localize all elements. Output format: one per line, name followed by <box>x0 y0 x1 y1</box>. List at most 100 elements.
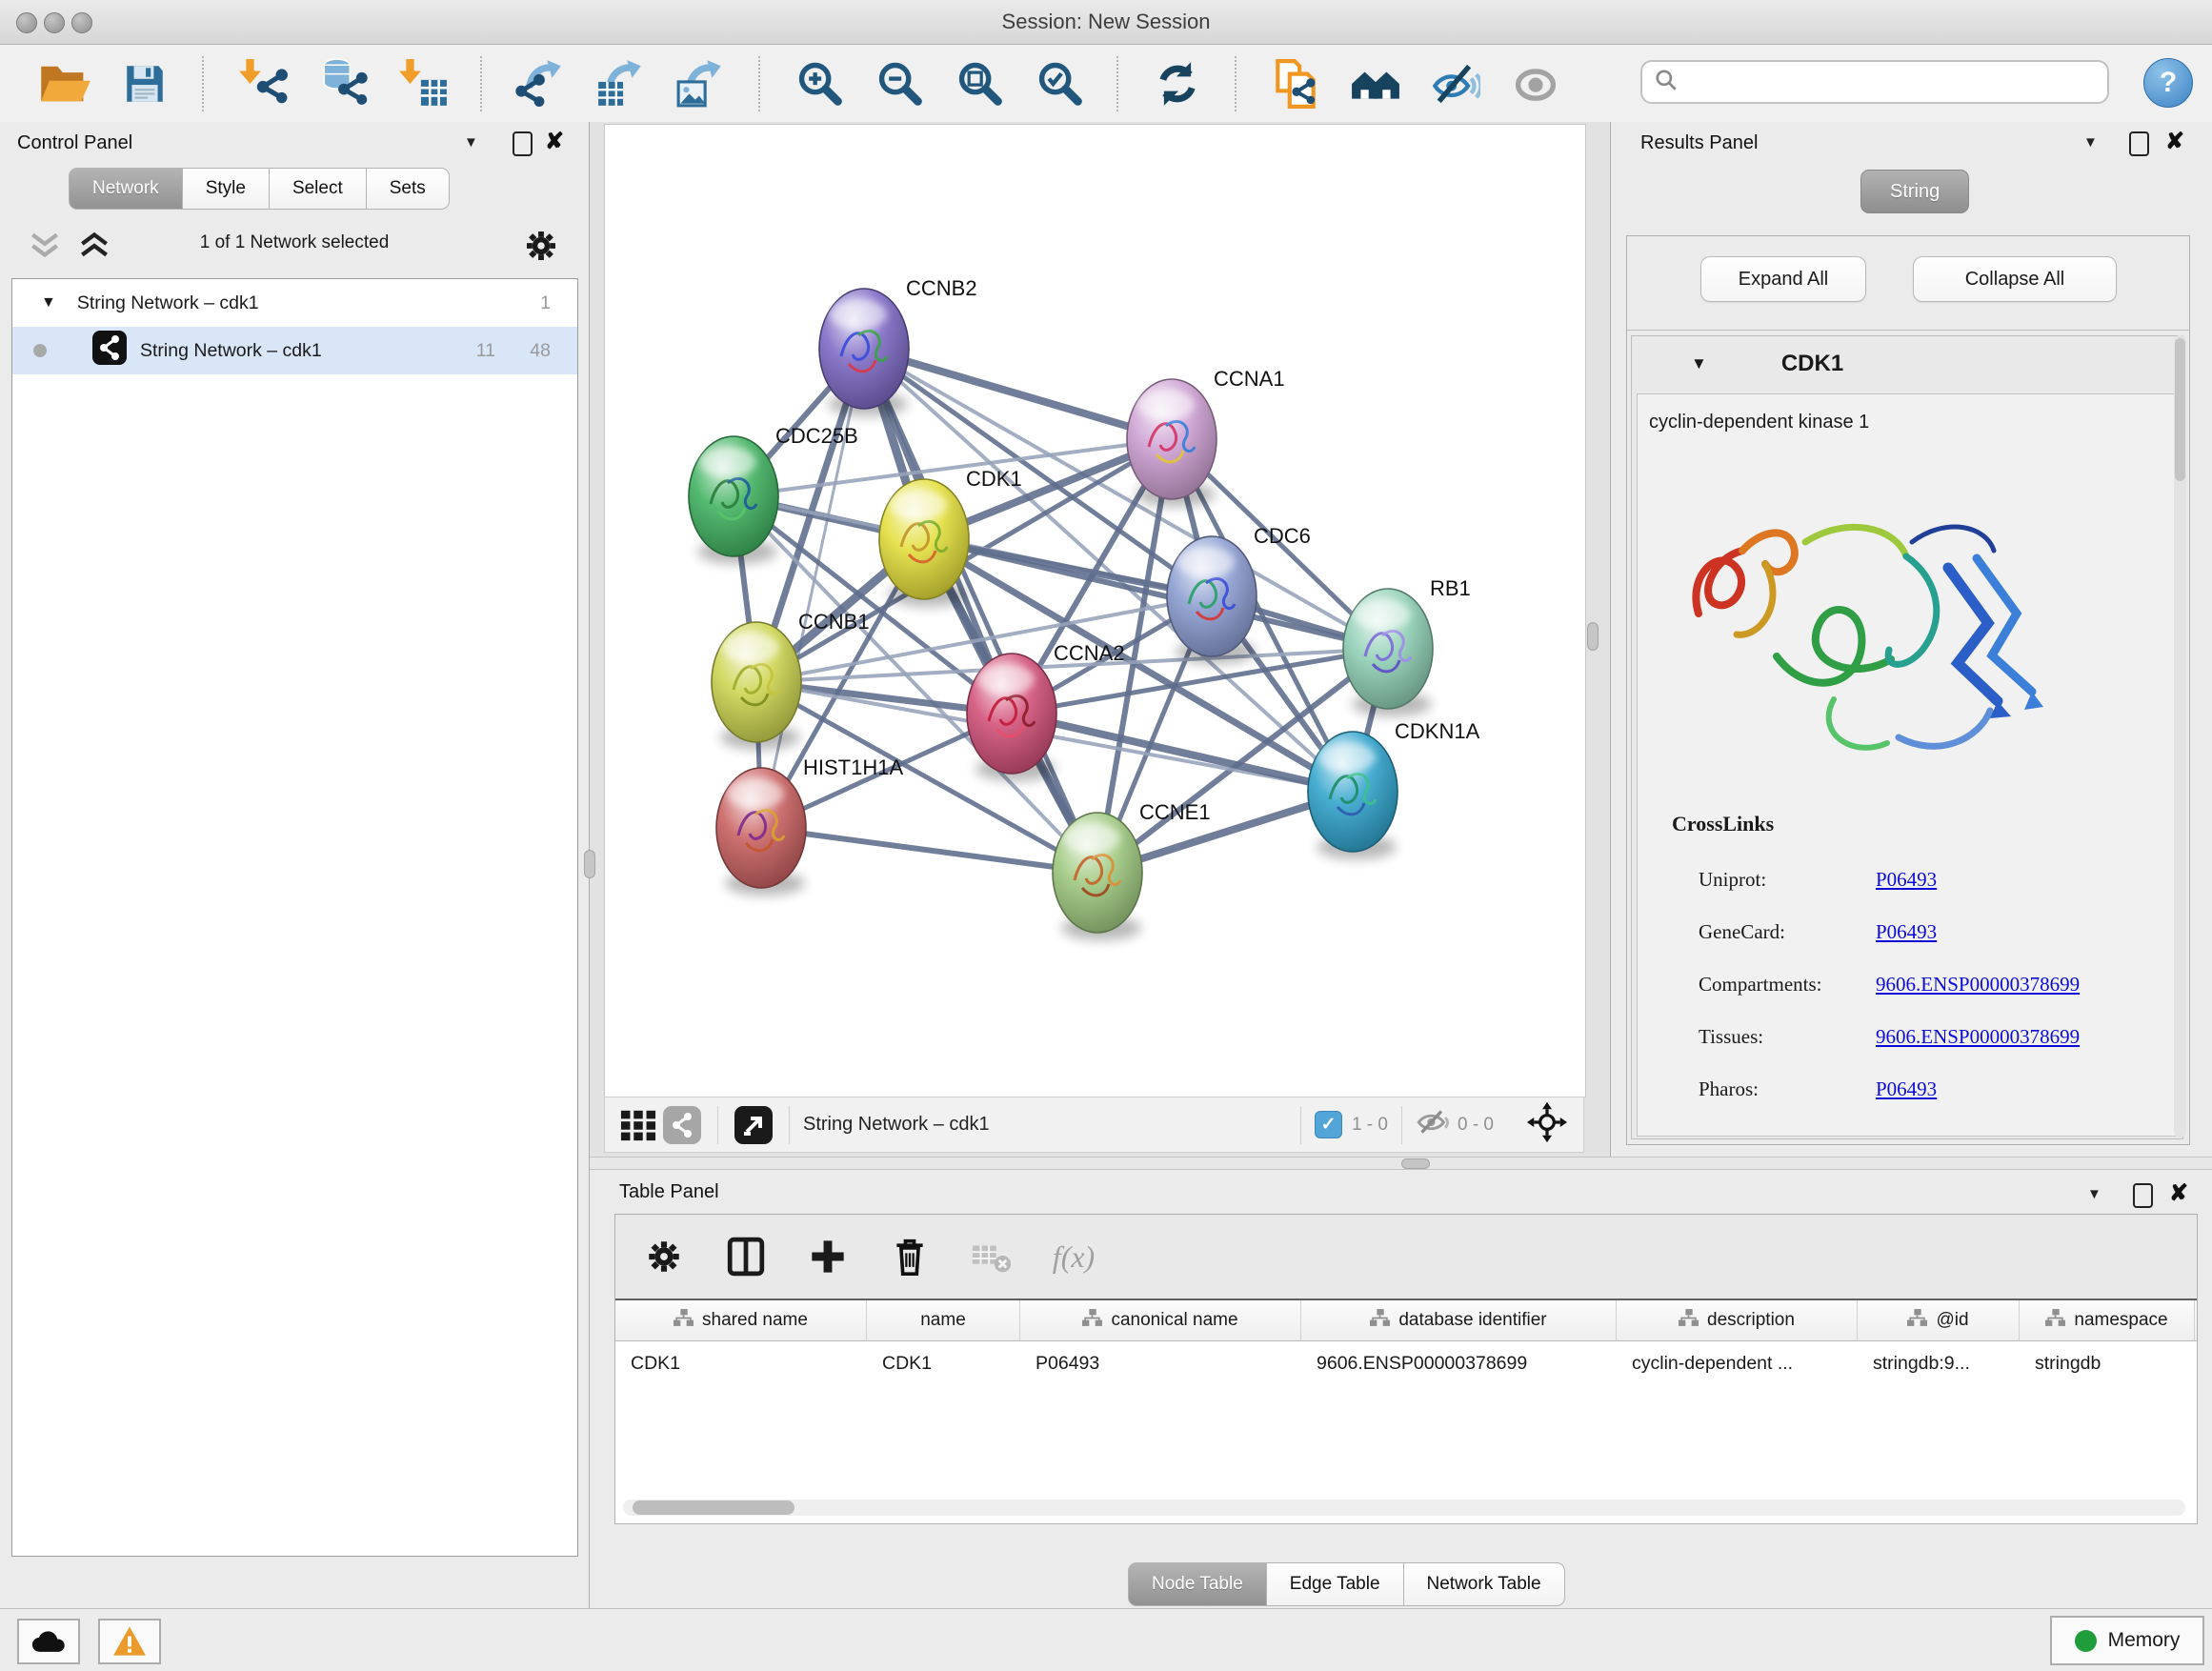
save-session-icon[interactable] <box>118 56 171 111</box>
tab-network[interactable]: Network <box>69 168 183 210</box>
trash-icon[interactable] <box>888 1235 932 1278</box>
crosslink-link[interactable]: 9606.ENSP00000378699 <box>1876 1025 2080 1049</box>
splitter-handle[interactable] <box>1401 1158 1430 1169</box>
export-table-icon[interactable] <box>594 56 648 111</box>
table-hscrollbar[interactable] <box>623 1500 2185 1516</box>
column-header[interactable]: database identifier <box>1301 1300 1617 1340</box>
table-cell[interactable]: stringdb:9... <box>1858 1341 2020 1385</box>
show-all-icon[interactable] <box>1509 56 1562 111</box>
panel-close-icon[interactable]: ✘ <box>2169 1179 2188 1207</box>
import-network-database-icon[interactable] <box>316 56 370 111</box>
crosslink-link[interactable]: P06493 <box>1876 868 1937 892</box>
network-graph[interactable]: CCNB2CCNA1CDC25BCDK1CDC6RB1CCNB1CCNA2CDK… <box>605 125 1585 1097</box>
column-header[interactable]: canonical name <box>1020 1300 1301 1340</box>
open-session-icon[interactable] <box>38 56 91 111</box>
network-node-CDK1[interactable] <box>879 479 969 607</box>
tab-network-table[interactable]: Network Table <box>1404 1562 1565 1606</box>
collection-expand-caret-icon[interactable]: ▼ <box>41 294 56 312</box>
results-scrollbar[interactable] <box>2174 335 2186 1137</box>
string-share-icon[interactable] <box>660 1103 704 1147</box>
tab-select[interactable]: Select <box>270 168 367 210</box>
search-input[interactable] <box>1686 70 2107 94</box>
export-network-icon[interactable] <box>514 56 568 111</box>
table-cell[interactable]: P06493 <box>1020 1341 1301 1385</box>
network-node-HIST1H1A[interactable] <box>716 768 806 896</box>
tab-style[interactable]: Style <box>183 168 270 210</box>
gear-icon[interactable] <box>642 1235 686 1278</box>
table-cell[interactable]: CDK1 <box>867 1341 1020 1385</box>
right-splitter-handle[interactable] <box>1587 622 1599 651</box>
panel-float-icon[interactable] <box>513 131 533 156</box>
panel-close-icon[interactable]: ✘ <box>545 128 564 155</box>
table-x-icon[interactable] <box>970 1235 1014 1278</box>
zoom-out-icon[interactable] <box>873 56 926 111</box>
network-node-CCNA2[interactable] <box>967 654 1056 781</box>
search-box[interactable] <box>1640 60 2109 104</box>
expand-all-button[interactable]: Expand All <box>1700 256 1866 302</box>
duplicate-network-icon[interactable] <box>1269 56 1322 111</box>
network-node-CDC25B[interactable] <box>689 436 778 564</box>
export-image-icon[interactable] <box>674 56 728 111</box>
table-row[interactable]: CDK1CDK1P064939606.ENSP00000378699cyclin… <box>615 1341 2197 1385</box>
network-options-gear-icon[interactable] <box>522 227 560 270</box>
network-node-CDC6[interactable] <box>1167 536 1257 664</box>
home-houses-icon[interactable] <box>1349 56 1402 111</box>
split-icon[interactable] <box>724 1235 768 1278</box>
help-button[interactable]: ? <box>2143 58 2193 108</box>
zoom-fit-icon[interactable] <box>953 56 1006 111</box>
panel-float-icon[interactable] <box>2129 131 2149 156</box>
table-cell[interactable]: 9606.ENSP00000378699 <box>1301 1341 1617 1385</box>
tab-string[interactable]: String <box>1860 170 1969 213</box>
left-splitter-handle[interactable] <box>584 850 595 878</box>
collapse-all-button[interactable]: Collapse All <box>1913 256 2117 302</box>
import-network-file-icon[interactable] <box>236 56 290 111</box>
horizontal-splitter[interactable] <box>590 1157 2212 1170</box>
panel-menu-caret-icon[interactable]: ▼ <box>464 134 478 151</box>
network-node-CDKN1A[interactable] <box>1308 732 1398 859</box>
crosslink-link[interactable]: 9606.ENSP00000378699 <box>1876 973 2080 997</box>
column-header[interactable]: name <box>867 1300 1020 1340</box>
network-row-selected[interactable]: String Network – cdk1 11 48 <box>12 327 577 374</box>
warning-button[interactable] <box>98 1619 161 1664</box>
gene-section-header[interactable]: ▼ CDK1 <box>1632 336 2182 392</box>
import-table-icon[interactable] <box>396 56 450 111</box>
zoom-selected-icon[interactable] <box>1033 56 1086 111</box>
warning-icon <box>111 1625 148 1658</box>
network-node-CCNB2[interactable] <box>819 289 909 416</box>
function-builder-icon[interactable]: f(x) <box>1052 1235 1096 1278</box>
crosslink-link[interactable]: P06493 <box>1876 1077 1937 1101</box>
tab-node-table[interactable]: Node Table <box>1128 1562 1267 1606</box>
panel-float-icon[interactable] <box>2133 1183 2153 1208</box>
tab-edge-table[interactable]: Edge Table <box>1267 1562 1404 1606</box>
network-node-CCNB1[interactable] <box>712 622 801 750</box>
refresh-network-icon[interactable] <box>1151 56 1204 111</box>
network-collection-row[interactable]: ▼ String Network – cdk1 1 <box>12 279 577 327</box>
column-header[interactable]: namespace <box>2020 1300 2195 1340</box>
cloud-button[interactable] <box>17 1619 80 1664</box>
hide-selected-icon[interactable] <box>1429 56 1482 111</box>
tab-sets[interactable]: Sets <box>367 168 450 210</box>
network-node-CCNE1[interactable] <box>1053 813 1142 940</box>
birdseye-grid-icon[interactable] <box>616 1103 660 1147</box>
table-cell[interactable]: cyclin-dependent ... <box>1617 1341 1858 1385</box>
column-header[interactable]: @id <box>1858 1300 2020 1340</box>
section-collapse-caret-icon[interactable]: ▼ <box>1691 354 1707 373</box>
open-in-new-window-icon[interactable] <box>732 1103 775 1147</box>
fit-selected-crosshair-icon[interactable] <box>1526 1101 1568 1148</box>
table-cell[interactable]: stringdb <box>2020 1341 2195 1385</box>
hidden-eye-slash-icon[interactable] <box>1416 1108 1450 1141</box>
column-label: database identifier <box>1398 1310 1546 1331</box>
zoom-in-icon[interactable] <box>793 56 846 111</box>
add-icon[interactable] <box>806 1235 850 1278</box>
column-header[interactable]: shared name <box>615 1300 867 1340</box>
panel-menu-caret-icon[interactable]: ▼ <box>2087 1186 2101 1202</box>
selected-count-checkbox[interactable]: ✓ <box>1315 1111 1342 1138</box>
table-cell[interactable]: CDK1 <box>615 1341 867 1385</box>
panel-menu-caret-icon[interactable]: ▼ <box>2083 134 2098 151</box>
panel-close-icon[interactable]: ✘ <box>2165 128 2184 155</box>
network-node-RB1[interactable] <box>1343 589 1433 716</box>
network-canvas[interactable]: CCNB2CCNA1CDC25BCDK1CDC6RB1CCNB1CCNA2CDK… <box>604 124 1586 1097</box>
crosslink-link[interactable]: P06493 <box>1876 920 1937 944</box>
memory-button[interactable]: Memory <box>2050 1616 2204 1665</box>
column-header[interactable]: description <box>1617 1300 1858 1340</box>
